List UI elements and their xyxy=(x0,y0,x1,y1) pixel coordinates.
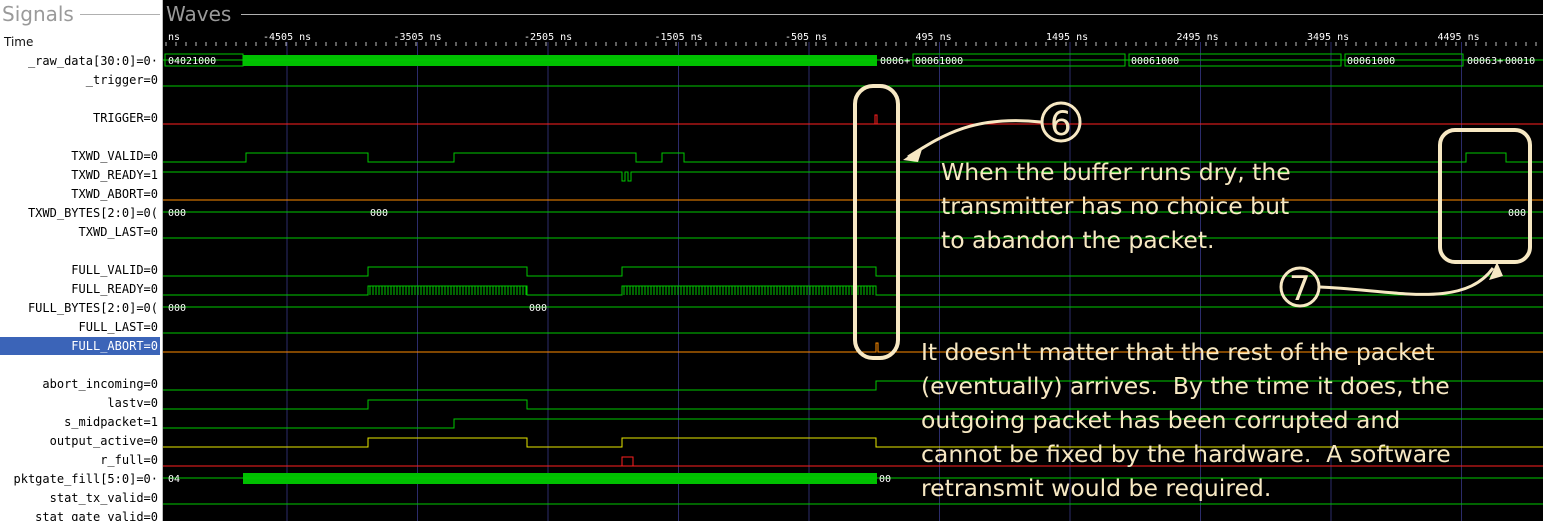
signal-row-r-full[interactable]: r_full=0 xyxy=(0,451,160,469)
signal-row-trigger[interactable]: TRIGGER=0 xyxy=(0,109,160,127)
bus-value-label: 04 xyxy=(168,474,180,485)
bus-value-label: 00061000 xyxy=(1347,56,1395,67)
signal-row-blank[interactable] xyxy=(0,356,160,374)
signal-name-value: FULL_ABORT=0 xyxy=(71,339,158,353)
ruler-tick-label: -505 ns xyxy=(785,32,827,43)
signal-row-txwd-valid[interactable]: TXWD_VALID=0 xyxy=(0,147,160,165)
ruler-tick-label: -1505 ns xyxy=(655,32,703,43)
signals-pane-title: Signals xyxy=(2,2,74,26)
signal-row-txwd-bytes-2-0[interactable]: TXWD_BYTES[2:0]=0( xyxy=(0,204,160,222)
signal-name-value: FULL_LAST=0 xyxy=(78,320,158,334)
signal-name-value: FULL_VALID=0 xyxy=(71,263,158,277)
signal-row-txwd-ready[interactable]: TXWD_READY=1 xyxy=(0,166,160,184)
bus-value-label: 000 xyxy=(529,303,547,314)
signal-name-value: abort_incoming=0 xyxy=(42,377,158,391)
waves-pane[interactable]: Waves ns -4505 ns -3505 ns -2505 ns -1505 ns… xyxy=(163,0,1543,521)
bus-value-label: 0006+ xyxy=(880,56,910,67)
signal-name-value: s_midpacket=1 xyxy=(64,415,158,429)
signal-row-raw-data-30-0[interactable]: _raw_data[30:0]=0· xyxy=(0,52,160,70)
signal-name-value: output_active=0 xyxy=(49,434,158,448)
signal-row-pktgate-fill-5-0[interactable]: pktgate_fill[5:0]=0· xyxy=(0,470,160,488)
signal-name-value: r_full=0 xyxy=(100,453,158,467)
signal-row-full-last[interactable]: FULL_LAST=0 xyxy=(0,318,160,336)
signal-row-full-bytes-2-0[interactable]: FULL_BYTES[2:0]=0( xyxy=(0,299,160,317)
signal-name-value: TRIGGER=0 xyxy=(92,111,158,125)
signal-name-value: TXWD_READY=1 xyxy=(71,168,158,182)
bus-value-label: 00061000 xyxy=(1131,56,1179,67)
signal-row-lastv[interactable]: lastv=0 xyxy=(0,394,160,412)
callout-7-arrow xyxy=(1319,267,1495,296)
signal-row-blank[interactable] xyxy=(0,242,160,260)
signal-name-value: TXWD_BYTES[2:0]=0( xyxy=(27,206,158,220)
signal-name-value: TXWD_LAST=0 xyxy=(78,225,158,239)
signal-name-value: pktgate_fill[5:0]=0· xyxy=(13,472,159,486)
callout-6-frame xyxy=(853,84,900,360)
bus-value-label: 04021000 xyxy=(168,56,216,67)
ruler-tick-label: -2505 ns xyxy=(524,32,572,43)
signal-name-value: lastv=0 xyxy=(107,396,158,410)
signal-row-txwd-last[interactable]: TXWD_LAST=0 xyxy=(0,223,160,241)
ruler-tick-label: -3505 ns xyxy=(394,32,442,43)
ruler-tick-label: 2495 ns xyxy=(1177,32,1219,43)
bus-value-label: 00010 xyxy=(1505,56,1535,67)
ruler-tick-label: 495 ns xyxy=(916,32,952,43)
bus-value-label: 00063+ xyxy=(1467,56,1503,67)
signal-row-full-abort[interactable]: FULL_ABORT=0 xyxy=(0,337,160,355)
bus-value-label: 000 xyxy=(168,208,186,219)
signal-name-value: stat_gate_valid=0 xyxy=(35,510,158,521)
signal-row-full-ready[interactable]: FULL_READY=0 xyxy=(0,280,160,298)
signal-row-s-midpacket[interactable]: s_midpacket=1 xyxy=(0,413,160,431)
ruler-tick-label: 4495 ns xyxy=(1438,32,1480,43)
callout-bottom-text: It doesn't matter that the rest of the p… xyxy=(921,338,1451,502)
ruler-tick-label: -4505 ns xyxy=(263,32,311,43)
bus-value-label: 000 xyxy=(168,303,186,314)
callout-6-arrowhead xyxy=(903,146,923,162)
signal-row-stat-gate-valid[interactable]: stat_gate_valid=0 xyxy=(0,508,160,521)
callout-6-arrow xyxy=(907,119,1042,159)
signal-row-output-active[interactable]: output_active=0 xyxy=(0,432,160,450)
signals-pane: Signals Time _raw_data[30:0]=0· _trigger=… xyxy=(0,0,163,521)
signal-name-value: TXWD_VALID=0 xyxy=(71,149,158,163)
ruler-tick-label: 3495 ns xyxy=(1307,32,1349,43)
bus-value-label: 00061000 xyxy=(915,56,963,67)
signal-row-full-valid[interactable]: FULL_VALID=0 xyxy=(0,261,160,279)
signal-row-blank[interactable] xyxy=(0,128,160,146)
bus-value-label: 000 xyxy=(1508,208,1526,219)
signal-name-value: FULL_READY=0 xyxy=(71,282,158,296)
signal-row-txwd-abort[interactable]: TXWD_ABORT=0 xyxy=(0,185,160,203)
signals-title-rule xyxy=(80,14,160,15)
callout-6-text: When the buffer runs dry, the transmitte… xyxy=(941,158,1291,254)
signal-name-value: FULL_BYTES[2:0]=0( xyxy=(27,301,158,315)
callout-7-number: 7 xyxy=(1289,269,1311,309)
time-column-label: Time xyxy=(4,35,34,49)
signal-name-value: stat_tx_valid=0 xyxy=(49,491,158,505)
signal-name-value: TXWD_ABORT=0 xyxy=(71,187,158,201)
bus-value-label: 00 xyxy=(879,474,891,485)
bus-value-label: 000 xyxy=(370,208,388,219)
signal-name-value: _raw_data[30:0]=0· xyxy=(27,54,158,68)
callout-7-frame xyxy=(1438,128,1532,264)
signal-row-stat-tx-valid[interactable]: stat_tx_valid=0 xyxy=(0,489,160,507)
ruler-tick-label: 1495 ns xyxy=(1046,32,1088,43)
callout-6-number: 6 xyxy=(1050,104,1072,144)
signal-row-blank[interactable] xyxy=(0,90,160,108)
signal-name-value: _trigger=0 xyxy=(85,73,158,87)
signal-row-trigger[interactable]: _trigger=0 xyxy=(0,71,160,89)
signal-row-abort-incoming[interactable]: abort_incoming=0 xyxy=(0,375,160,393)
ruler-unit-label: ns xyxy=(168,32,180,43)
